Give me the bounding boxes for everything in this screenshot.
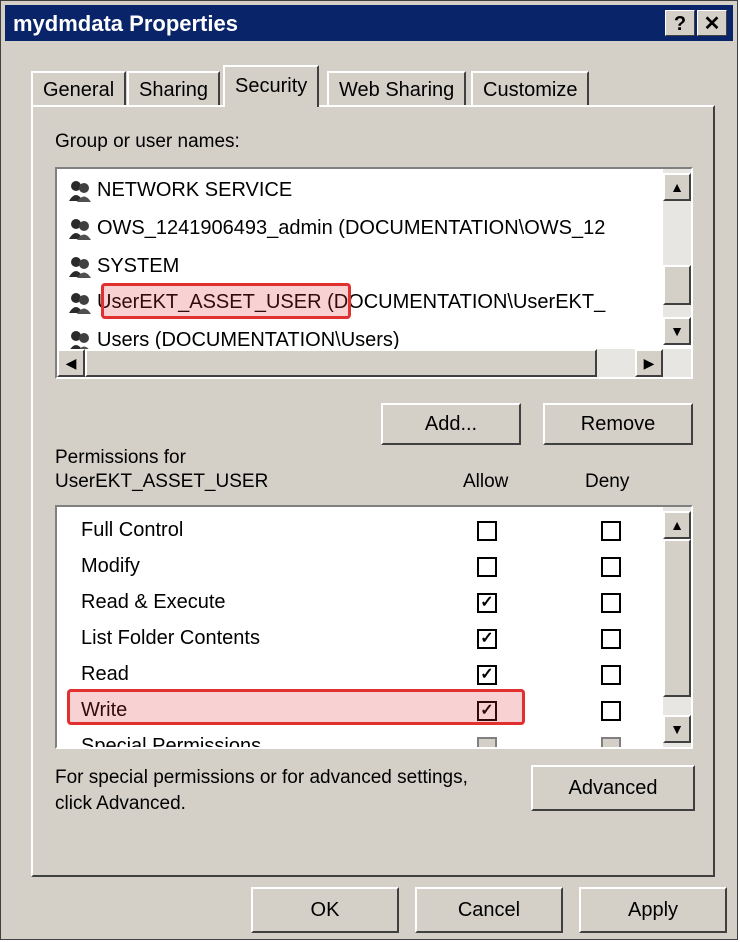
permission-row-modify: Modify [81, 555, 140, 577]
list-folder-deny-checkbox[interactable] [601, 629, 621, 649]
permission-row-special: Special Permissions [81, 735, 262, 749]
advanced-hint-line2: click Advanced. [55, 793, 186, 814]
apply-button[interactable]: Apply [579, 887, 727, 933]
list-folder-allow-checkbox[interactable]: ✓ [477, 629, 497, 649]
user-list[interactable]: NETWORK SERVICE OWS_1241906493_admin (DO… [55, 167, 693, 379]
scroll-up-icon[interactable]: ▲ [663, 511, 691, 539]
scroll-right-icon[interactable]: ▶ [635, 349, 663, 377]
read-execute-deny-checkbox[interactable] [601, 593, 621, 613]
ok-button[interactable]: OK [251, 887, 399, 933]
read-deny-checkbox[interactable] [601, 665, 621, 685]
modify-deny-checkbox[interactable] [601, 557, 621, 577]
permissions-for-label: Permissions for [55, 447, 186, 468]
special-deny-checkbox[interactable] [601, 737, 621, 747]
user-group-icon [69, 292, 91, 314]
advanced-hint-line1: For special permissions or for advanced … [55, 767, 468, 788]
list-item[interactable]: NETWORK SERVICE [67, 173, 292, 207]
add-button[interactable]: Add... [381, 403, 521, 445]
permission-row-read: Read [81, 663, 129, 685]
full-control-deny-checkbox[interactable] [601, 521, 621, 541]
scroll-down-icon[interactable]: ▼ [663, 317, 691, 345]
full-control-allow-checkbox[interactable] [477, 521, 497, 541]
title-bar[interactable]: mydmdata Properties ? ✕ [5, 5, 733, 41]
list-item[interactable]: SYSTEM [67, 249, 179, 283]
tab-customize[interactable]: Customize [471, 71, 590, 105]
user-group-icon [69, 180, 91, 202]
scroll-left-icon[interactable]: ◀ [57, 349, 85, 377]
scroll-thumb[interactable] [663, 265, 691, 305]
user-group-icon [69, 218, 91, 240]
modify-allow-checkbox[interactable] [477, 557, 497, 577]
permissions-user-label: UserEKT_ASSET_USER [55, 471, 269, 492]
permission-row-read-execute: Read & Execute [81, 591, 226, 613]
read-execute-allow-checkbox[interactable]: ✓ [477, 593, 497, 613]
scroll-up-icon[interactable]: ▲ [663, 173, 691, 201]
help-button[interactable]: ? [665, 10, 695, 36]
tab-security[interactable]: Security [223, 65, 320, 107]
list-item[interactable]: OWS_1241906493_admin (DOCUMENTATION\OWS_… [67, 211, 605, 245]
special-allow-checkbox[interactable] [477, 737, 497, 747]
allow-column-header: Allow [463, 471, 509, 492]
scroll-thumb[interactable] [663, 539, 691, 697]
permission-row-list-folder: List Folder Contents [81, 627, 260, 649]
write-deny-checkbox[interactable] [601, 701, 621, 721]
close-button[interactable]: ✕ [697, 10, 727, 36]
scroll-down-icon[interactable]: ▼ [663, 715, 691, 743]
cancel-button[interactable]: Cancel [415, 887, 563, 933]
deny-column-header: Deny [585, 471, 630, 492]
permission-row-full-control: Full Control [81, 519, 184, 541]
read-allow-checkbox[interactable]: ✓ [477, 665, 497, 685]
tab-general[interactable]: General [31, 71, 127, 105]
remove-button[interactable]: Remove [543, 403, 693, 445]
hscroll-thumb[interactable] [85, 349, 597, 377]
window-title: mydmdata Properties [13, 11, 238, 36]
tab-sharing[interactable]: Sharing [127, 71, 220, 105]
advanced-button[interactable]: Advanced [531, 765, 695, 811]
group-or-user-names-label: Group or user names: [55, 131, 240, 152]
selected-user-highlight [101, 283, 351, 319]
tab-web-sharing[interactable]: Web Sharing [327, 71, 467, 105]
user-group-icon [69, 256, 91, 278]
properties-dialog: mydmdata Properties ? ✕ General Sharing … [0, 0, 738, 940]
write-row-highlight [67, 689, 525, 725]
